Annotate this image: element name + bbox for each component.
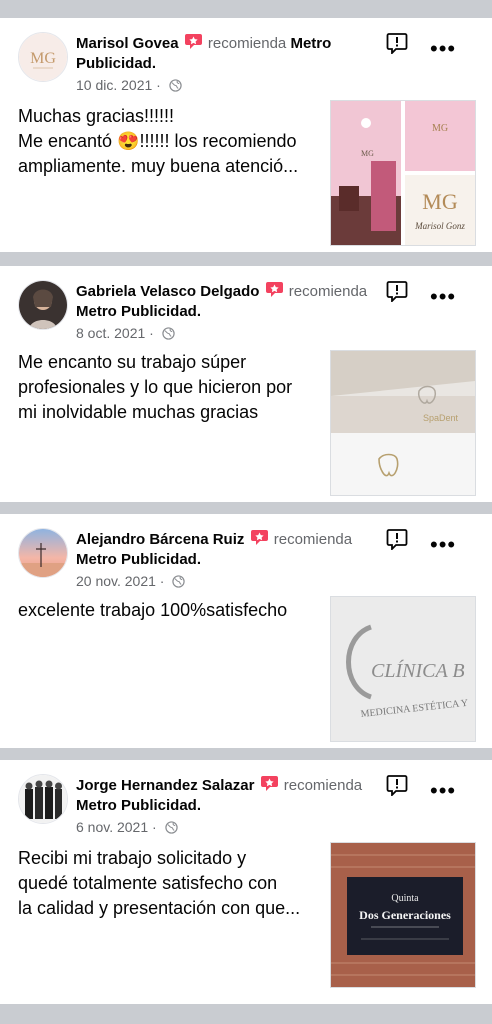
review-card: Jorge Hernandez Salazar recomienda Metro… [0,760,492,1004]
review-card: MG Marisol Govea recomienda Metro Public… [0,18,492,252]
globe-icon [162,327,175,340]
photo-caption: Dos Generaciones [359,908,451,922]
more-options-icon[interactable]: ••• [430,38,456,60]
svg-text:MG: MG [361,149,374,158]
review-text-line: Muchas gracias!!!!!! [18,106,175,126]
avatar-photo [19,281,67,329]
review-text: Muchas gracias!!!!!! Me encantó 😍!!!!!! … [18,104,318,179]
review-date[interactable]: 8 oct. 2021 [76,325,145,341]
avatar[interactable] [18,774,68,824]
review-text-line: Me encantó 😍!!!!!! los recomiendo [18,131,297,151]
page-name[interactable]: Metro Publicidad. [76,797,201,814]
report-icon[interactable] [386,774,408,796]
photo-caption: Marisol Gonz [414,221,465,231]
review-card: Alejandro Bárcena Ruiz recomienda Metro … [0,514,492,748]
photo-collage: MG MG MG Marisol Gonz [331,101,475,245]
avatar-photo [19,775,67,823]
review-text-line: la calidad y presentación con que... [18,898,301,918]
avatar-logo-text: MG [30,50,56,67]
recommend-label: recomienda [283,777,363,794]
report-icon[interactable] [386,32,408,54]
avatar-photo [19,529,67,577]
svg-text:MG: MG [422,189,458,214]
photo-caption: SpaDent [423,413,459,423]
author-name[interactable]: Alejandro Bárcena Ruiz [76,531,244,548]
svg-text:MG: MG [432,123,448,134]
report-icon[interactable] [386,280,408,302]
review-date[interactable]: 6 nov. 2021 [76,819,148,835]
review-date[interactable]: 10 dic. 2021 [76,77,152,93]
avatar[interactable] [18,528,68,578]
photo-clinic-sign: CLÍNICA B MEDICINA ESTÉTICA Y [331,597,475,741]
photo-venue-sign: Quinta Dos Generaciones [331,843,475,987]
photo-caption: CLÍNICA B [371,659,465,682]
review-photo[interactable]: SpaDent [330,350,476,496]
avatar[interactable]: MG [18,32,68,82]
reviews-feed: MG Marisol Govea recomienda Metro Public… [0,0,492,1024]
page-name[interactable]: Metro Publicidad. [76,551,201,568]
globe-icon [172,575,186,588]
review-date[interactable]: 20 nov. 2021 [76,573,156,589]
review-text: Me encanto su trabajo súper profesionale… [18,350,318,425]
review-text-line: profesionales y lo que hicieron por [18,377,293,397]
review-text-line: mi inolvidable muchas gracias [18,402,259,422]
recommend-label: recomienda [288,283,368,300]
review-text: Recibi mi trabajo solicitado y quedé tot… [18,846,318,921]
more-options-icon[interactable]: ••• [430,286,456,308]
review-photo[interactable]: CLÍNICA B MEDICINA ESTÉTICA Y [330,596,476,742]
avatar[interactable] [18,280,68,330]
avatar-logo: MG [19,33,67,81]
recommend-label: recomienda [273,531,353,548]
report-icon[interactable] [386,528,408,550]
review-text-line: excelente trabajo 100%satisfecho [18,600,288,620]
review-photo[interactable]: MG MG MG Marisol Gonz [330,100,476,246]
photo-clinic-sign: SpaDent [331,351,475,495]
globe-icon [169,79,182,92]
review-text-line: ampliamente. muy buena atenció... [18,156,299,176]
author-name[interactable]: Marisol Govea [76,35,179,52]
page-name[interactable]: Metro Publicidad. [76,303,201,320]
review-text: excelente trabajo 100%satisfecho [18,598,318,623]
globe-icon [164,821,178,834]
more-options-icon[interactable]: ••• [430,534,456,556]
photo-caption: Quinta [391,893,419,904]
review-text-line: quedé totalmente satisfecho con [18,873,278,893]
recommend-icon [184,34,202,49]
review-text-line: Me encanto su trabajo súper [18,352,247,372]
more-options-icon[interactable]: ••• [430,780,456,802]
recommend-icon [260,776,278,791]
review-photo[interactable]: Quinta Dos Generaciones [330,842,476,988]
author-name[interactable]: Jorge Hernandez Salazar [76,777,254,794]
recommend-icon [250,530,268,545]
author-name[interactable]: Gabriela Velasco Delgado [76,283,259,300]
recommend-label: recomienda [207,35,287,52]
review-card: Gabriela Velasco Delgado recomienda Metr… [0,266,492,502]
review-text-line: Recibi mi trabajo solicitado y [18,848,247,868]
recommend-icon [265,282,283,297]
